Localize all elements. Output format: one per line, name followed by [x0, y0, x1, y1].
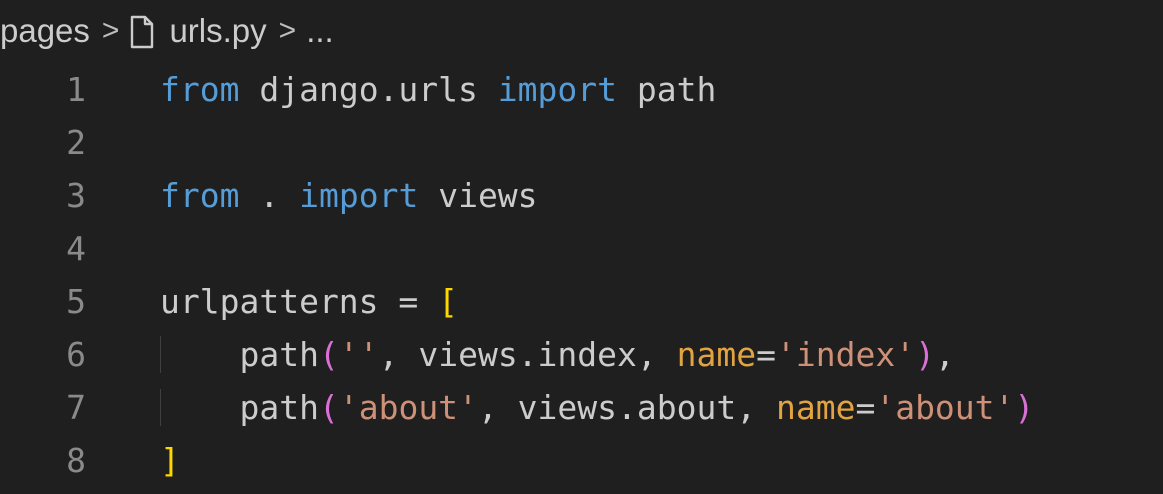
punctuation: , — [636, 335, 657, 374]
breadcrumb: pages > urls.py > ... — [0, 8, 334, 54]
code-line[interactable]: 4 — [0, 222, 1163, 275]
operator: = — [398, 282, 419, 321]
breadcrumb-symbols[interactable]: ... — [306, 12, 334, 50]
identifier: views.about — [517, 388, 737, 427]
code-line[interactable]: 8 ] — [0, 434, 1163, 487]
breadcrumb-file[interactable]: urls.py — [169, 12, 266, 50]
string: 'index' — [776, 335, 916, 374]
punctuation: , — [477, 388, 498, 427]
bracket: [ — [438, 282, 459, 321]
punctuation: , — [934, 335, 955, 374]
punctuation: , — [736, 388, 757, 427]
identifier: views.index — [418, 335, 637, 374]
breadcrumb-folder[interactable]: pages — [0, 12, 90, 50]
line-number: 8 — [66, 441, 86, 480]
code-area[interactable]: 1 from django.urls import path 2 3 from … — [0, 63, 1163, 487]
code-line[interactable]: 2 — [0, 116, 1163, 169]
code-text: path('about', views.about, name='about') — [160, 388, 1034, 427]
code-line[interactable]: 5 urlpatterns = [ — [0, 275, 1163, 328]
operator: = — [756, 335, 776, 374]
code-text: from django.urls import path — [160, 70, 716, 109]
code-text: from . import views — [160, 176, 538, 215]
string: 'about' — [875, 388, 1015, 427]
code-line[interactable]: 3 from . import views — [0, 169, 1163, 222]
bracket: ) — [1014, 388, 1035, 427]
line-number: 5 — [66, 282, 86, 321]
punctuation: , — [378, 335, 399, 374]
breadcrumb-separator: > — [278, 14, 297, 47]
string: 'about' — [338, 388, 478, 427]
code-line[interactable]: 7 path('about', views.about, name='about… — [0, 381, 1163, 434]
identifier: views — [438, 176, 538, 215]
keyword: from — [160, 70, 240, 109]
file-icon — [129, 15, 155, 49]
code-text: ] — [160, 441, 180, 480]
line-number: 2 — [66, 123, 86, 162]
keyword: import — [299, 176, 419, 215]
parameter: name — [775, 388, 856, 427]
code-text: path('', views.index, name='index'), — [160, 335, 955, 374]
code-line[interactable]: 1 from django.urls import path — [0, 63, 1163, 116]
identifier: . — [259, 176, 280, 215]
breadcrumb-separator: > — [101, 14, 120, 47]
bracket: ( — [318, 388, 339, 427]
keyword: from — [160, 176, 240, 215]
identifier: path — [636, 70, 717, 109]
keyword: import — [497, 70, 617, 109]
line-number: 1 — [66, 70, 86, 109]
bracket: ) — [915, 335, 935, 374]
identifier: path — [239, 388, 319, 427]
code-line[interactable]: 6 path('', views.index, name='index'), — [0, 328, 1163, 381]
bracket: ( — [318, 335, 339, 374]
line-number: 6 — [66, 335, 86, 374]
line-number: 3 — [66, 176, 86, 215]
module-name: django.urls — [259, 70, 478, 109]
code-text: urlpatterns = [ — [160, 282, 458, 321]
line-number: 7 — [66, 388, 86, 427]
string: '' — [338, 335, 379, 374]
parameter: name — [676, 335, 757, 374]
operator: = — [855, 388, 876, 427]
code-editor: pages > urls.py > ... 1 from django.urls… — [0, 0, 1163, 494]
identifier: path — [239, 335, 319, 374]
line-number: 4 — [66, 229, 86, 268]
identifier: urlpatterns — [160, 282, 379, 321]
bracket: ] — [160, 441, 180, 480]
